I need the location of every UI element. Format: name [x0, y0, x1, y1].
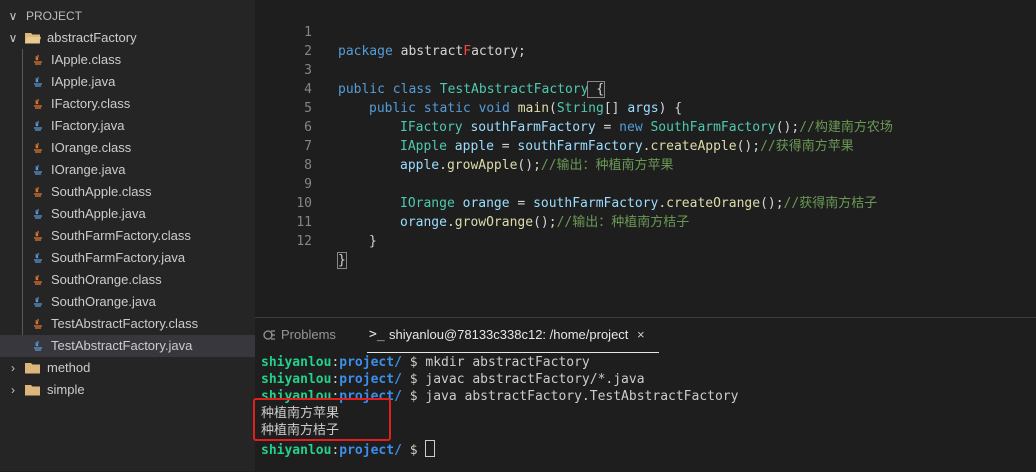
file-label: SouthApple.java — [51, 206, 146, 221]
class-file-icon — [34, 142, 42, 153]
java-file-icon — [34, 208, 42, 219]
file-item[interactable]: SouthOrange.class — [0, 269, 255, 291]
project-section-header[interactable]: ∨ PROJECT — [0, 5, 255, 27]
code-line: 3 public class TestAbstractFactory { — [255, 42, 1036, 98]
prompt-sign: $ — [401, 389, 426, 404]
file-label: IApple.class — [51, 52, 122, 67]
class-file-icon — [34, 274, 42, 285]
file-label: SouthApple.class — [51, 184, 152, 199]
class-file-icon — [34, 186, 42, 197]
class-file-icon — [34, 230, 42, 241]
file-item[interactable]: SouthApple.class — [0, 181, 255, 203]
file-item[interactable]: IFactory.class — [0, 93, 255, 115]
file-label: TestAbstractFactory.java — [51, 338, 193, 353]
code-line: 2 — [255, 23, 1036, 59]
terminal-line: shiyanlou:project/ $ javac abstractFacto… — [261, 371, 645, 388]
open-folder-icon — [25, 33, 41, 44]
file-label: IFactory.java — [51, 118, 125, 133]
class-file-icon — [34, 98, 42, 109]
terminal-cursor — [425, 440, 436, 457]
code-line: 4 public static void main(String[] args)… — [255, 61, 1036, 116]
output-highlight-box — [253, 398, 391, 441]
folder-simple[interactable]: › simple — [0, 379, 255, 401]
java-file-icon — [34, 296, 42, 307]
file-item[interactable]: IOrange.class — [0, 137, 255, 159]
file-item[interactable]: TestAbstractFactory.java — [0, 335, 255, 357]
code-line: 1 package abstractFactory; — [255, 4, 1036, 59]
folder-method[interactable]: › method — [0, 357, 255, 379]
prompt-user: shiyanlou — [261, 443, 332, 458]
command-text: javac abstractFactory/*.java — [425, 372, 645, 387]
java-file-icon — [34, 120, 42, 131]
line-number: 12 — [296, 234, 312, 249]
terminal-line[interactable]: shiyanlou:project/ $ — [261, 440, 436, 458]
java-file-icon — [34, 340, 42, 351]
file-item[interactable]: SouthFarmFactory.java — [0, 247, 255, 269]
tab-label: Problems — [281, 327, 336, 342]
prompt-user: shiyanlou — [261, 372, 332, 387]
file-item[interactable]: IOrange.java — [0, 159, 255, 181]
code-line: 6 IApple apple = southFarmFactory.create… — [255, 99, 1036, 154]
file-label: IFactory.class — [51, 96, 131, 111]
file-label: SouthOrange.java — [51, 294, 156, 309]
code-line: 7 apple.growApple();//输出：种植南方苹果 — [255, 118, 1036, 173]
file-label: SouthFarmFactory.class — [51, 228, 191, 243]
chevron-right-icon: › — [11, 383, 15, 397]
prompt-sign: $ — [401, 372, 426, 387]
tab-terminal[interactable]: >_ shiyanlou@78133c338c12: /home/project… — [367, 318, 659, 353]
chevron-down-icon: ∨ — [8, 31, 18, 45]
code-editor[interactable]: 1 package abstractFactory; 2 3 public cl… — [255, 0, 1036, 317]
folder-icon — [25, 385, 40, 396]
file-label: IOrange.class — [51, 140, 132, 155]
code-line: 12 } — [255, 213, 1036, 269]
prompt-dir: project/ — [339, 443, 402, 458]
code-line: 5 IFactory southFarmFactory = new SouthF… — [255, 80, 1036, 135]
file-label: SouthFarmFactory.java — [51, 250, 186, 265]
code-line: 8 — [255, 137, 1036, 173]
file-item[interactable]: SouthOrange.java — [0, 291, 255, 313]
file-item[interactable]: IFactory.java — [0, 115, 255, 137]
prompt-sign: $ — [401, 443, 426, 458]
java-file-icon — [34, 76, 42, 87]
class-file-icon — [34, 54, 42, 65]
file-item[interactable]: SouthApple.java — [0, 203, 255, 225]
folder-label: simple — [47, 382, 85, 397]
chevron-right-icon: › — [11, 361, 15, 375]
command-text: mkdir abstractFactory — [425, 355, 590, 370]
file-item[interactable]: SouthFarmFactory.class — [0, 225, 255, 247]
prompt-user: shiyanlou — [261, 355, 332, 370]
terminal-icon: >_ — [369, 327, 385, 342]
explorer-sidebar: ∨ PROJECT ∨ abstractFactory IApple.class… — [0, 0, 255, 471]
file-label: IOrange.java — [51, 162, 126, 177]
brace: } — [369, 234, 377, 249]
close-icon[interactable]: × — [637, 318, 645, 352]
brace: } — [337, 252, 347, 269]
code-line: 10 orange.growOrange();//输出：种植南方桔子 — [255, 175, 1036, 230]
code-line: 11 } — [255, 194, 1036, 249]
problems-icon — [263, 330, 275, 340]
prompt-sign: $ — [401, 355, 426, 370]
java-file-icon — [34, 164, 42, 175]
bottom-panel: Problems >_ shiyanlou@78133c338c12: /hom… — [255, 317, 1036, 472]
folder-icon — [25, 363, 40, 374]
file-item[interactable]: TestAbstractFactory.class — [0, 313, 255, 335]
code-line: 9 IOrange orange = southFarmFactory.crea… — [255, 156, 1036, 211]
java-file-icon — [34, 252, 42, 263]
file-item[interactable]: IApple.java — [0, 71, 255, 93]
folder-label: method — [47, 360, 91, 375]
prompt-dir: project/ — [339, 372, 402, 387]
project-header-label: PROJECT — [26, 9, 83, 23]
chevron-down-icon: ∨ — [8, 9, 18, 23]
file-item[interactable]: IApple.class — [0, 49, 255, 71]
command-text: java abstractFactory.TestAbstractFactory — [425, 389, 739, 404]
terminal-line: shiyanlou:project/ $ mkdir abstractFacto… — [261, 354, 590, 371]
class-file-icon — [34, 318, 42, 329]
file-label: SouthOrange.class — [51, 272, 162, 287]
tab-label: shiyanlou@78133c338c12: /home/project — [389, 327, 629, 342]
file-label: IApple.java — [51, 74, 116, 89]
prompt-dir: project/ — [339, 355, 402, 370]
folder-abstractfactory[interactable]: ∨ abstractFactory — [0, 27, 255, 49]
file-label: TestAbstractFactory.class — [51, 316, 199, 331]
folder-label: abstractFactory — [47, 30, 137, 45]
